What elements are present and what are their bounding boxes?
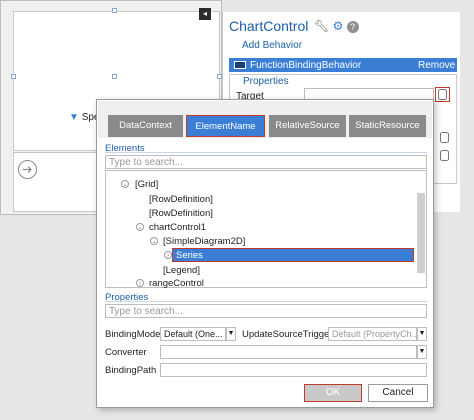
tree-item-selected[interactable]: Series bbox=[176, 250, 203, 261]
cancel-button[interactable]: Cancel bbox=[368, 384, 428, 402]
ok-button[interactable]: OK bbox=[304, 384, 362, 402]
behavior-icon bbox=[234, 61, 246, 69]
tree-item[interactable]: chartControl1 bbox=[149, 222, 206, 233]
collapse-icon[interactable]: ⌄ bbox=[136, 223, 144, 231]
converter-select[interactable] bbox=[160, 345, 417, 359]
divider bbox=[105, 301, 427, 302]
database-icon[interactable] bbox=[440, 132, 449, 143]
binding-mode-label: BindingMode bbox=[105, 329, 161, 340]
resize-handle[interactable] bbox=[112, 74, 117, 79]
tab-relativesource-self[interactable]: RelativeSource Self bbox=[269, 115, 346, 153]
behavior-name: FunctionBindingBehavior bbox=[250, 60, 362, 71]
chevron-down-icon[interactable]: ▼ bbox=[226, 327, 236, 341]
collapse-icon[interactable]: ⌄ bbox=[150, 237, 158, 245]
tree-item[interactable]: rangeControl bbox=[149, 278, 204, 289]
properties-title: Properties bbox=[243, 76, 289, 87]
smart-tag-button[interactable]: ◂ bbox=[199, 8, 211, 20]
divider bbox=[105, 152, 427, 153]
help-icon[interactable]: ? bbox=[346, 21, 359, 33]
search-placeholder: Type to search... bbox=[109, 157, 183, 168]
converter-label: Converter bbox=[105, 347, 147, 358]
tree-item[interactable]: [Grid] bbox=[135, 179, 158, 190]
expand-icon[interactable]: › bbox=[164, 251, 172, 259]
expand-icon[interactable]: › bbox=[136, 279, 144, 287]
search-placeholder: Type to search... bbox=[109, 306, 183, 317]
gear-icon[interactable]: ⚙ bbox=[333, 19, 344, 33]
binding-path-label: BindingPath bbox=[105, 365, 157, 376]
resize-handle[interactable] bbox=[11, 74, 16, 79]
binding-mode-select[interactable]: Default (One... bbox=[160, 327, 226, 341]
panel-icons: 🔧︎ ⚙ ? bbox=[314, 19, 359, 33]
chevron-down-icon[interactable]: ▼ bbox=[417, 327, 427, 341]
remove-button[interactable]: Remove bbox=[418, 60, 455, 71]
binding-editor-button[interactable] bbox=[435, 87, 450, 102]
database-icon[interactable] bbox=[440, 150, 449, 161]
tree-item[interactable]: [RowDefinition] bbox=[149, 208, 213, 219]
tree-selection bbox=[172, 248, 414, 262]
panel-title: ChartControl bbox=[229, 18, 309, 34]
update-trigger-label: UpdateSourceTrigger bbox=[242, 329, 333, 340]
tab-datacontext[interactable]: DataContext bbox=[108, 115, 183, 137]
tree-item[interactable]: [Legend] bbox=[163, 265, 200, 276]
tree-scrollbar[interactable] bbox=[417, 193, 425, 273]
add-behavior-link[interactable]: Add Behavior bbox=[242, 40, 302, 51]
update-trigger-select[interactable]: Default (PropertyCh... bbox=[328, 327, 417, 341]
tab-staticresource[interactable]: StaticResource bbox=[349, 115, 426, 137]
binding-path-input[interactable] bbox=[160, 363, 427, 377]
tree-item[interactable]: [RowDefinition] bbox=[149, 194, 213, 205]
resize-handle[interactable] bbox=[112, 8, 117, 13]
funnel-icon: ▼ bbox=[69, 112, 79, 123]
database-icon bbox=[438, 89, 447, 100]
tree-item[interactable]: [SimpleDiagram2D] bbox=[163, 236, 245, 247]
tab-elementname[interactable]: ElementName bbox=[186, 115, 265, 137]
arrow-right-icon[interactable] bbox=[18, 160, 37, 179]
chevron-down-icon[interactable]: ▼ bbox=[417, 345, 427, 359]
collapse-icon[interactable]: ⌄ bbox=[121, 180, 129, 188]
wrench-icon[interactable]: 🔧︎ bbox=[314, 19, 329, 33]
